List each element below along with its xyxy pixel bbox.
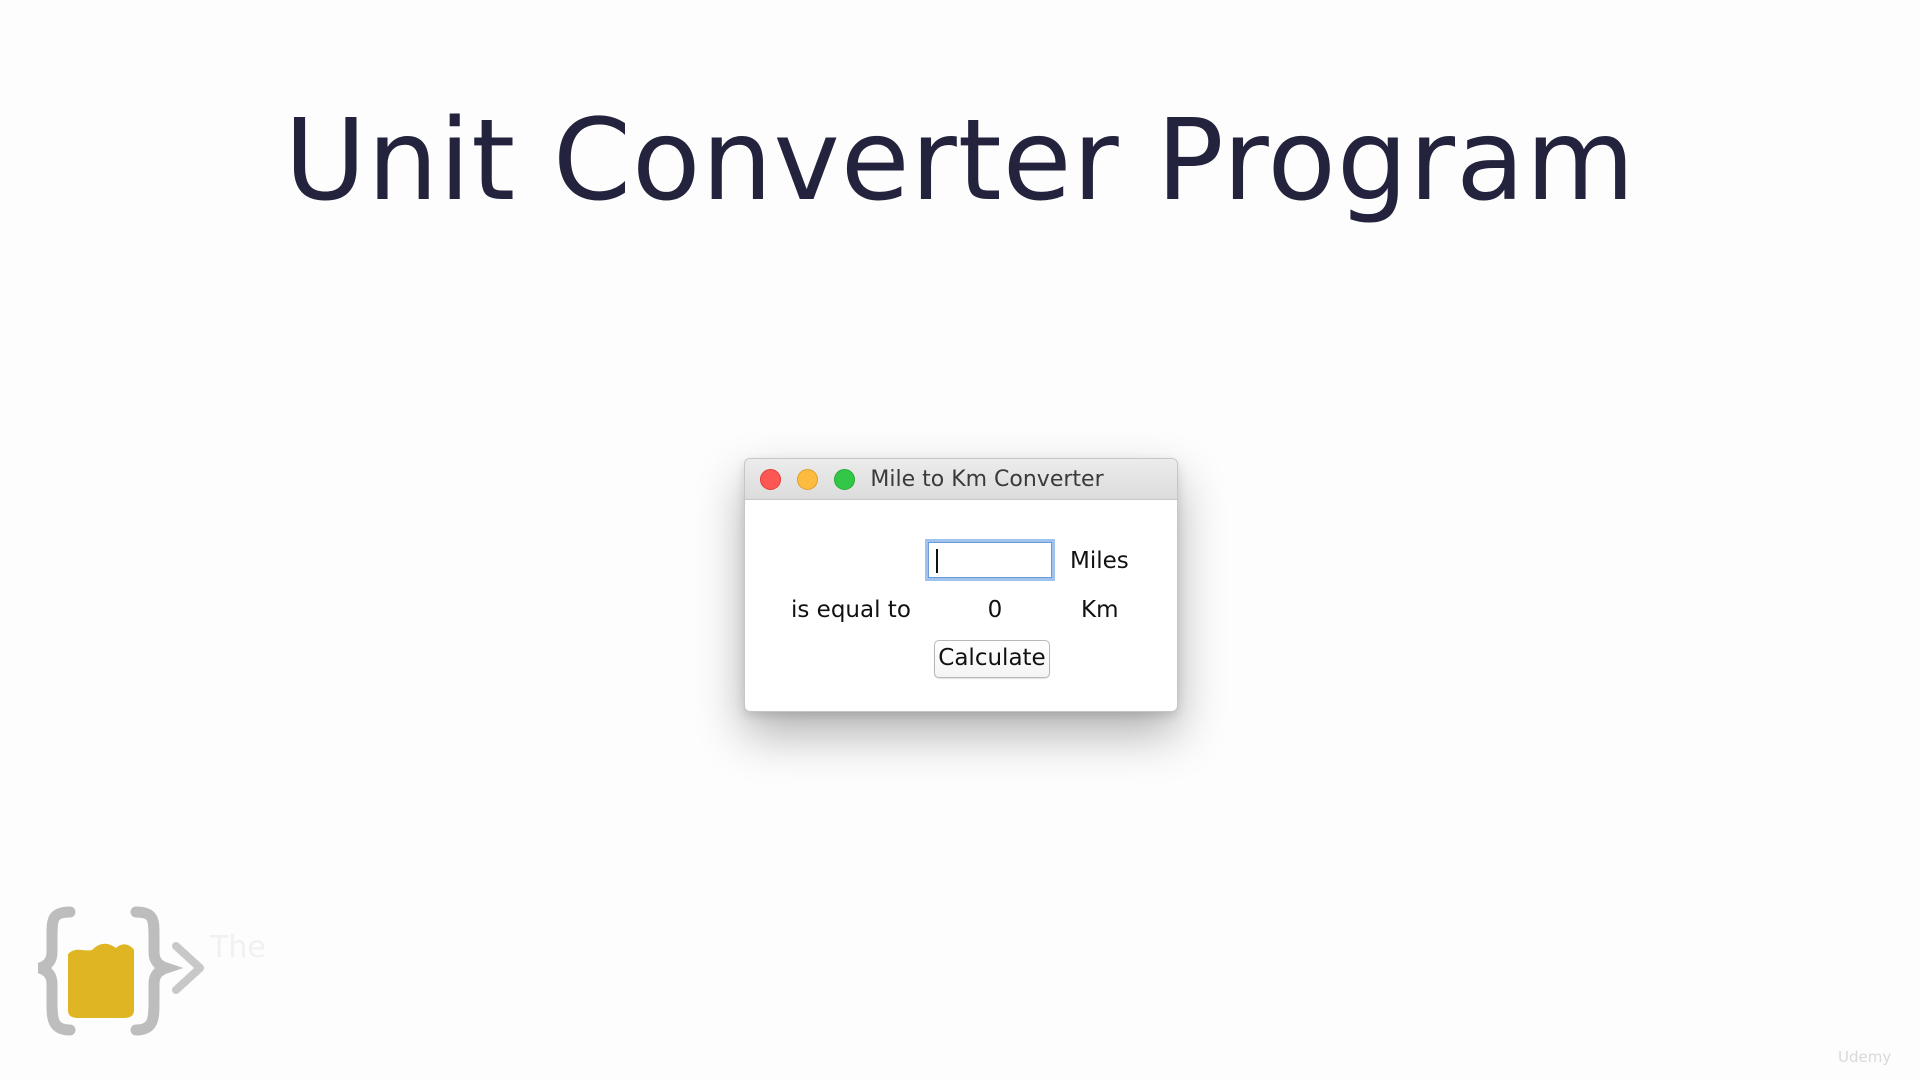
window-content: Miles is equal to 0 Km Calculate (745, 500, 1177, 711)
window-titlebar[interactable]: Mile to Km Converter (745, 459, 1177, 500)
converter-window: Mile to Km Converter Miles is equal to 0… (744, 458, 1178, 712)
slide-title: Unit Converter Program (284, 96, 1636, 226)
udemy-watermark: Udemy (1838, 1048, 1892, 1066)
slide: Unit Converter Program Mile to Km Conver… (0, 0, 1920, 1080)
miles-label: Miles (1070, 548, 1129, 574)
text-caret (936, 549, 938, 573)
code-braces-logo-icon (22, 906, 218, 1036)
miles-input[interactable] (925, 539, 1055, 581)
is-equal-to-label: is equal to (791, 597, 911, 623)
km-result-value: 0 (987, 597, 1003, 623)
logo-text: The (210, 930, 266, 965)
calculate-button[interactable]: Calculate (934, 640, 1050, 678)
km-label: Km (1081, 597, 1119, 623)
window-title: Mile to Km Converter (870, 467, 1104, 492)
